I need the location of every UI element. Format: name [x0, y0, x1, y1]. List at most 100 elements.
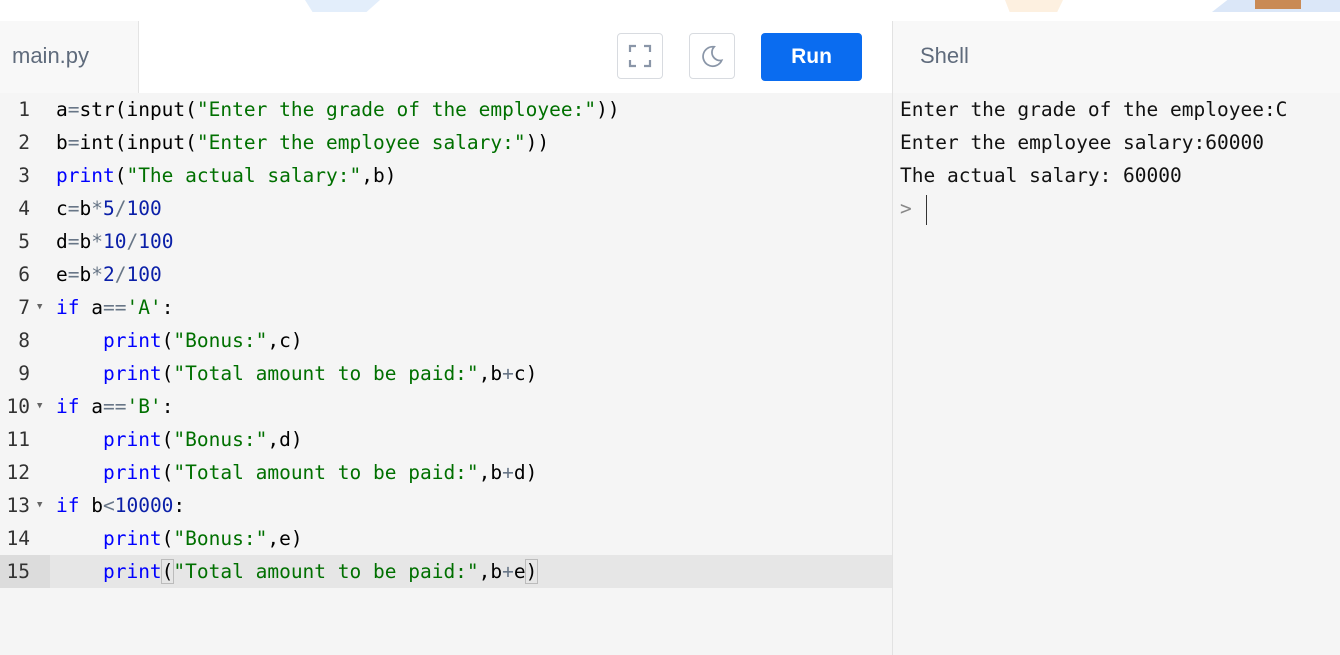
code-token: c	[56, 197, 68, 220]
site-banner	[0, 0, 1340, 21]
code-token: print	[102, 461, 162, 484]
code-line[interactable]: 11 print("Bonus:",d)	[0, 423, 892, 456]
code-token: ,b	[478, 362, 503, 385]
code-token: =	[67, 98, 80, 121]
code-text: d=b*10/100	[56, 225, 173, 258]
line-gutter: 9	[0, 357, 50, 390]
code-line[interactable]: 14 print("Bonus:",e)	[0, 522, 892, 555]
code-editor[interactable]: 1 a=str(input("Enter the grade of the emp…	[0, 93, 892, 655]
line-gutter: 1	[0, 93, 50, 126]
code-text: e=b*2/100	[56, 258, 162, 291]
code-token: "Bonus:"	[173, 329, 268, 352]
code-token: (	[161, 329, 174, 352]
code-token: 'B'	[126, 395, 162, 418]
code-line[interactable]: 1 a=str(input("Enter the grade of the emp…	[0, 93, 892, 126]
code-token: b	[56, 131, 68, 154]
code-token: 10000	[114, 494, 174, 517]
code-text: if a=='B':	[56, 390, 173, 423]
code-token: (	[161, 527, 174, 550]
line-gutter: 3	[0, 159, 50, 192]
code-token: ,b	[478, 461, 503, 484]
code-text: print("Total amount to be paid:",b+d)	[56, 456, 537, 489]
line-number: 3	[18, 164, 30, 187]
code-text: a=str(input("Enter the grade of the empl…	[56, 93, 620, 126]
run-button[interactable]: Run	[761, 33, 862, 81]
line-number: 7	[18, 296, 30, 319]
code-token: str(input(	[79, 98, 197, 121]
code-line[interactable]: 12 print("Total amount to be paid:",b+d)	[0, 456, 892, 489]
file-tab[interactable]: main.py	[0, 21, 139, 93]
line-number: 9	[18, 362, 30, 385]
shell-output-line: Enter the grade of the employee:C	[900, 98, 1288, 121]
line-gutter: 11	[0, 423, 50, 456]
code-line[interactable]: 8 print("Bonus:",c)	[0, 324, 892, 357]
code-token: "Total amount to be paid:"	[173, 560, 479, 583]
code-token: "Enter the grade of the employee:"	[196, 98, 597, 121]
shell-input-line[interactable]: >	[900, 192, 927, 225]
code-line[interactable]: 7 ▼ if a=='A':	[0, 291, 892, 324]
code-token: /	[114, 263, 127, 286]
code-line[interactable]: 10 ▼ if a=='B':	[0, 390, 892, 423]
line-number: 11	[6, 428, 30, 451]
code-token: ,b	[478, 560, 503, 583]
code-token: 100	[126, 197, 162, 220]
code-text: b=int(input("Enter the employee salary:"…	[56, 126, 549, 159]
line-gutter: 4	[0, 192, 50, 225]
line-number: 10	[6, 395, 30, 418]
code-token: b	[79, 230, 92, 253]
line-gutter: 14	[0, 522, 50, 555]
line-number: 8	[18, 329, 30, 352]
code-line[interactable]: 13 ▼ if b<10000:	[0, 489, 892, 522]
code-line[interactable]: 9 print("Total amount to be paid:",b+c)	[0, 357, 892, 390]
line-gutter: 7 ▼	[0, 291, 50, 324]
toolbar: main.py Run Shell	[0, 21, 1340, 94]
code-line[interactable]: 5 d=b*10/100	[0, 225, 892, 258]
code-token: b	[79, 197, 92, 220]
code-token: e	[513, 560, 526, 583]
theme-toggle-button[interactable]	[689, 33, 735, 79]
code-token: a	[79, 395, 103, 418]
shell-title: Shell	[920, 43, 969, 68]
code-line[interactable]: 3 print("The actual salary:",b)	[0, 159, 892, 192]
code-token: <	[102, 494, 115, 517]
code-token: "Total amount to be paid:"	[173, 461, 479, 484]
code-token: ,b)	[361, 164, 397, 187]
line-gutter: 5	[0, 225, 50, 258]
fold-arrow-icon[interactable]: ▼	[37, 291, 42, 324]
code-token: int(input(	[79, 131, 197, 154]
code-text: print("Bonus:",e)	[56, 522, 303, 555]
code-token: print	[102, 560, 162, 583]
code-token: print	[102, 428, 162, 451]
banner-decoration	[1255, 0, 1301, 9]
editor-toolbar: Run	[139, 21, 892, 94]
code-line[interactable]: 6 e=b*2/100	[0, 258, 892, 291]
fold-arrow-icon[interactable]: ▼	[37, 390, 42, 423]
line-gutter: 10 ▼	[0, 390, 50, 423]
line-number: 6	[18, 263, 30, 286]
code-token: =	[67, 230, 80, 253]
code-token: )	[524, 559, 539, 584]
file-tab-label: main.py	[12, 43, 90, 68]
code-token: :	[161, 395, 174, 418]
code-token: *	[91, 263, 103, 286]
code-token: print	[102, 362, 162, 385]
text-cursor	[925, 194, 927, 225]
fullscreen-button[interactable]	[617, 33, 663, 79]
line-gutter: 6	[0, 258, 50, 291]
code-token: =	[67, 263, 80, 286]
line-number: 2	[18, 131, 30, 154]
code-token: c)	[513, 362, 538, 385]
code-line[interactable]: 2 b=int(input("Enter the employee salary:…	[0, 126, 892, 159]
code-token: if	[56, 395, 80, 418]
code-text: print("The actual salary:",b)	[56, 159, 397, 192]
code-token: 100	[138, 230, 174, 253]
fold-arrow-icon[interactable]: ▼	[37, 489, 42, 522]
code-token: "Enter the employee salary:"	[196, 131, 526, 154]
code-text: if a=='A':	[56, 291, 173, 324]
code-line[interactable]: 15 print("Total amount to be paid:",b+e)	[0, 555, 892, 588]
code-line[interactable]: 4 c=b*5/100	[0, 192, 892, 225]
shell-output[interactable]: Enter the grade of the employee:C Enter t…	[893, 93, 1340, 655]
code-token: ,c)	[267, 329, 303, 352]
code-token: 2	[103, 263, 115, 286]
